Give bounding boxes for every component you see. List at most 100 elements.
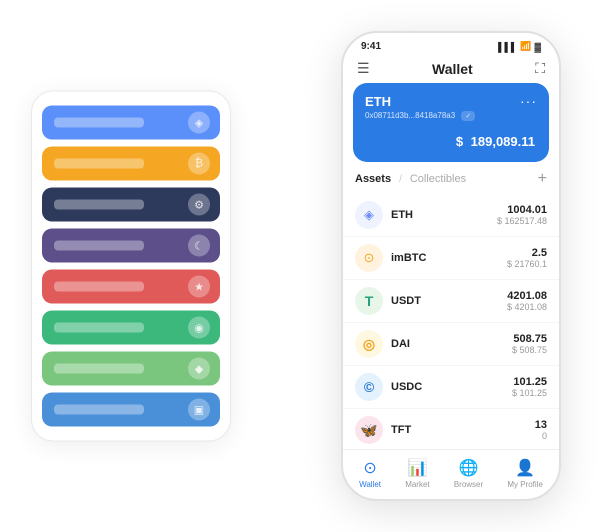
browser-nav-icon: 🌐 bbox=[459, 458, 479, 478]
profile-nav-label: My Profile bbox=[507, 480, 543, 489]
asset-row-tft[interactable]: 🦋 TFT 13 0 bbox=[343, 409, 559, 449]
phone-mockup: 9:41 ▌▌▌ 📶 ▓ ☰ Wallet ⛶ ETH ··· 0x08711d… bbox=[341, 31, 561, 501]
asset-name-tft: TFT bbox=[391, 424, 535, 436]
list-item[interactable]: ₿ bbox=[42, 147, 220, 181]
asset-amounts-usdt: 4201.08 $ 4201.08 bbox=[507, 290, 547, 312]
card-stack: ◈ ₿ ⚙ ☾ ★ ◉ ◆ ▣ bbox=[31, 91, 231, 442]
tab-collectibles[interactable]: Collectibles bbox=[410, 173, 466, 185]
bottom-nav: ⊙ Wallet 📊 Market 🌐 Browser 👤 My Profile bbox=[343, 449, 559, 499]
asset-row-imbtc[interactable]: ⊙ imBTC 2.5 $ 21760.1 bbox=[343, 237, 559, 280]
list-item[interactable]: ◉ bbox=[42, 311, 220, 345]
asset-list: ◈ ETH 1004.01 $ 162517.48 ⊙ imBTC 2.5 $ … bbox=[343, 194, 559, 449]
wallet-nav-icon: ⊙ bbox=[363, 458, 376, 478]
page-title: Wallet bbox=[432, 61, 473, 77]
nav-profile[interactable]: 👤 My Profile bbox=[507, 458, 543, 489]
eth-card-header: ETH ··· bbox=[365, 93, 537, 109]
card-label bbox=[54, 323, 144, 333]
amount-value: 189,089.11 bbox=[471, 134, 535, 149]
profile-nav-icon: 👤 bbox=[515, 458, 535, 478]
add-asset-button[interactable]: + bbox=[538, 170, 547, 188]
square-icon: ▣ bbox=[188, 399, 210, 421]
status-time: 9:41 bbox=[361, 41, 381, 52]
market-nav-icon: 📊 bbox=[407, 458, 427, 478]
tft-amount: 13 bbox=[535, 419, 547, 431]
dollar-sign: $ bbox=[456, 134, 463, 149]
asset-name-imbtc: imBTC bbox=[391, 252, 507, 264]
asset-name-dai: DAI bbox=[391, 338, 512, 350]
eth-icon: ◈ bbox=[188, 112, 210, 134]
card-label bbox=[54, 405, 144, 415]
gear-icon: ⚙ bbox=[188, 194, 210, 216]
browser-nav-label: Browser bbox=[454, 480, 483, 489]
status-icons: ▌▌▌ 📶 ▓ bbox=[498, 41, 541, 52]
usdc-usd: $ 101.25 bbox=[512, 388, 547, 398]
asset-row-usdc[interactable]: © USDC 101.25 $ 101.25 bbox=[343, 366, 559, 409]
circle-icon: ◉ bbox=[188, 317, 210, 339]
nav-market[interactable]: 📊 Market bbox=[405, 458, 429, 489]
list-item[interactable]: ☾ bbox=[42, 229, 220, 263]
tft-coin-icon: 🦋 bbox=[355, 416, 383, 444]
asset-amounts-dai: 508.75 $ 508.75 bbox=[512, 333, 547, 355]
star-icon: ★ bbox=[188, 276, 210, 298]
asset-name-usdt: USDT bbox=[391, 295, 507, 307]
menu-icon[interactable]: ☰ bbox=[357, 60, 370, 77]
asset-amounts-imbtc: 2.5 $ 21760.1 bbox=[507, 247, 547, 269]
moon-icon: ☾ bbox=[188, 235, 210, 257]
battery-icon: ▓ bbox=[534, 42, 541, 52]
asset-row-eth[interactable]: ◈ ETH 1004.01 $ 162517.48 bbox=[343, 194, 559, 237]
assets-tabs: Assets / Collectibles bbox=[355, 173, 466, 185]
eth-card[interactable]: ETH ··· 0x08711d3b...8418a78a3 ✓ $ 189,0… bbox=[353, 83, 549, 162]
asset-amounts-eth: 1004.01 $ 162517.48 bbox=[497, 204, 547, 226]
dai-usd: $ 508.75 bbox=[512, 345, 547, 355]
asset-row-usdt[interactable]: T USDT 4201.08 $ 4201.08 bbox=[343, 280, 559, 323]
assets-header: Assets / Collectibles + bbox=[343, 170, 559, 194]
eth-coin-icon: ◈ bbox=[355, 201, 383, 229]
verified-badge: ✓ bbox=[461, 111, 475, 121]
card-label bbox=[54, 118, 144, 128]
eth-card-menu[interactable]: ··· bbox=[520, 93, 537, 109]
card-label bbox=[54, 241, 144, 251]
dai-coin-icon: ◎ bbox=[355, 330, 383, 358]
imbtc-coin-icon: ⊙ bbox=[355, 244, 383, 272]
list-item[interactable]: ▣ bbox=[42, 393, 220, 427]
nav-wallet[interactable]: ⊙ Wallet bbox=[359, 458, 381, 489]
diamond-icon: ◆ bbox=[188, 358, 210, 380]
asset-amounts-usdc: 101.25 $ 101.25 bbox=[512, 376, 547, 398]
card-label bbox=[54, 282, 144, 292]
tft-usd: 0 bbox=[535, 431, 547, 441]
status-bar: 9:41 ▌▌▌ 📶 ▓ bbox=[343, 33, 559, 56]
list-item[interactable]: ◆ bbox=[42, 352, 220, 386]
list-item[interactable]: ⚙ bbox=[42, 188, 220, 222]
usdt-amount: 4201.08 bbox=[507, 290, 547, 302]
usdt-coin-icon: T bbox=[355, 287, 383, 315]
eth-card-title: ETH bbox=[365, 94, 391, 109]
usdc-amount: 101.25 bbox=[512, 376, 547, 388]
asset-name-usdc: USDC bbox=[391, 381, 512, 393]
market-nav-label: Market bbox=[405, 480, 429, 489]
dai-amount: 508.75 bbox=[512, 333, 547, 345]
eth-card-amount: $ 189,089.11 bbox=[365, 129, 537, 152]
nav-bar: ☰ Wallet ⛶ bbox=[343, 56, 559, 83]
card-label bbox=[54, 364, 144, 374]
usdc-coin-icon: © bbox=[355, 373, 383, 401]
asset-row-dai[interactable]: ◎ DAI 508.75 $ 508.75 bbox=[343, 323, 559, 366]
list-item[interactable]: ★ bbox=[42, 270, 220, 304]
imbtc-usd: $ 21760.1 bbox=[507, 259, 547, 269]
eth-amount: 1004.01 bbox=[497, 204, 547, 216]
eth-card-address: 0x08711d3b...8418a78a3 ✓ bbox=[365, 111, 537, 121]
nav-browser[interactable]: 🌐 Browser bbox=[454, 458, 483, 489]
wallet-nav-label: Wallet bbox=[359, 480, 381, 489]
expand-icon[interactable]: ⛶ bbox=[535, 60, 545, 77]
wifi-icon: 📶 bbox=[520, 41, 531, 52]
tab-assets[interactable]: Assets bbox=[355, 173, 391, 185]
card-label bbox=[54, 159, 144, 169]
usdt-usd: $ 4201.08 bbox=[507, 302, 547, 312]
list-item[interactable]: ◈ bbox=[42, 106, 220, 140]
asset-amounts-tft: 13 0 bbox=[535, 419, 547, 441]
btc-icon: ₿ bbox=[188, 153, 210, 175]
tab-separator: / bbox=[399, 174, 402, 185]
eth-usd: $ 162517.48 bbox=[497, 216, 547, 226]
imbtc-amount: 2.5 bbox=[507, 247, 547, 259]
signal-icon: ▌▌▌ bbox=[498, 42, 517, 52]
scene: ◈ ₿ ⚙ ☾ ★ ◉ ◆ ▣ bbox=[11, 11, 591, 521]
